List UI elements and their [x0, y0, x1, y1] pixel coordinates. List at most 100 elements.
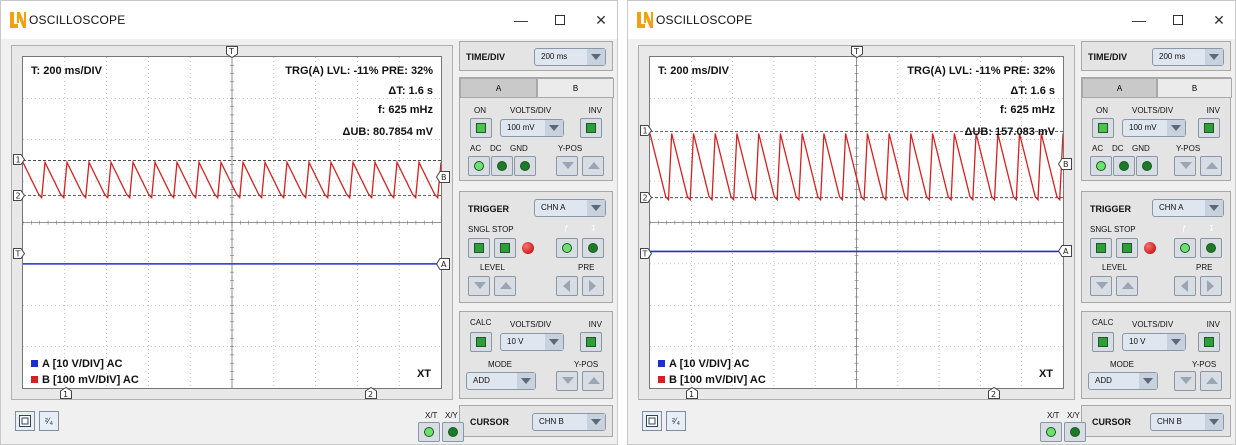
delta-ub-readout: ΔUB: 157.083 mV [964, 126, 1055, 138]
calc-volts-div-dropdown[interactable]: 10 V [500, 333, 564, 351]
volts-div-dropdown[interactable]: 100 mV [1122, 119, 1186, 137]
trigger-marker-left[interactable]: T [13, 247, 26, 261]
calc-on-button[interactable] [1092, 332, 1114, 352]
svg-text:1: 1 [643, 127, 648, 136]
volts-div-label: VOLTS/DIV [510, 106, 552, 115]
maximize-button[interactable] [550, 11, 570, 29]
timediv-dropdown[interactable]: 200 ms [1152, 48, 1224, 66]
close-button[interactable]: ✕ [591, 11, 611, 29]
minimize-button[interactable]: — [1129, 11, 1149, 29]
chevron-down-icon [1139, 373, 1157, 389]
level-down-button[interactable] [1090, 276, 1112, 296]
trigger-marker-left[interactable]: T [640, 247, 653, 261]
scope-screen[interactable]: T: 200 ms/DIV TRG(A) LVL: -11% PRE: 32% … [22, 56, 442, 389]
stop-button[interactable] [1116, 238, 1138, 258]
calc-invert-button[interactable] [1198, 332, 1220, 352]
channel-b-marker[interactable]: B [1057, 157, 1072, 172]
app-logo-icon [637, 12, 653, 28]
layout-button[interactable]: ²⁄₄ [39, 411, 59, 431]
stop-button[interactable] [494, 238, 516, 258]
calc-ypos-down-button[interactable] [556, 371, 578, 391]
volts-div-dropdown[interactable]: 100 mV [500, 119, 564, 137]
single-trigger-button[interactable] [468, 238, 490, 258]
cursor-1-marker[interactable]: 1 [13, 154, 26, 167]
tab-channel-a[interactable]: A [460, 78, 537, 98]
channel-on-button[interactable] [1092, 118, 1114, 138]
invert-button[interactable] [1198, 118, 1220, 138]
rising-edge-button[interactable] [556, 238, 578, 258]
trigger-marker-top[interactable]: T [226, 46, 238, 60]
calc-mode-dropdown[interactable]: ADD [1088, 372, 1158, 390]
single-trigger-button[interactable] [1090, 238, 1112, 258]
channel-a-marker[interactable]: A [1057, 245, 1072, 259]
falling-edge-button[interactable] [1200, 238, 1222, 258]
cursor-2-bottom-marker[interactable]: 2 [987, 386, 1000, 401]
pre-right-button[interactable] [1200, 276, 1222, 296]
screenshot-button[interactable] [642, 411, 662, 431]
arrow-left-icon [563, 280, 570, 292]
ypos-down-button[interactable] [1174, 156, 1196, 176]
xt-mode-button[interactable] [418, 422, 440, 442]
screenshot-button[interactable] [15, 411, 35, 431]
tab-channel-b[interactable]: B [1157, 78, 1232, 98]
rising-edge-button[interactable] [1174, 238, 1196, 258]
coupling-dc-button[interactable] [491, 156, 513, 176]
channel-on-button[interactable] [470, 118, 492, 138]
ypos-up-button[interactable] [582, 156, 604, 176]
cursor-2-marker[interactable]: 2 [13, 189, 26, 203]
pre-left-button[interactable] [556, 276, 578, 296]
timediv-section: TIME/DIV 200 ms [1081, 41, 1231, 71]
layout-button[interactable]: ²⁄₄ [666, 411, 686, 431]
xt-mode-button[interactable] [1040, 422, 1062, 442]
trigger-source-dropdown[interactable]: CHN A [1152, 199, 1224, 217]
calc-mode-dropdown[interactable]: ADD [466, 372, 536, 390]
chevron-down-icon [1205, 49, 1223, 65]
level-up-button[interactable] [1116, 276, 1138, 296]
timediv-dropdown[interactable]: 200 ms [534, 48, 606, 66]
cursor-dropdown[interactable]: CHN B [532, 413, 606, 431]
calc-on-button[interactable] [470, 332, 492, 352]
calc-ypos-up-button[interactable] [1200, 371, 1222, 391]
trigger-section: TRIGGER CHN A SNGL STOP ƒ ↧ LEVEL PRE [459, 191, 613, 303]
level-down-button[interactable] [468, 276, 490, 296]
coupling-gnd-button[interactable] [1136, 156, 1158, 176]
legend-channel-b: B [100 mV/DIV] AC [658, 374, 766, 386]
cursor-1-bottom-marker[interactable]: 1 [59, 386, 72, 401]
calc-volts-div-dropdown[interactable]: 10 V [1122, 333, 1186, 351]
ypos-up-button[interactable] [1200, 156, 1222, 176]
coupling-ac-button[interactable] [468, 156, 490, 176]
coupling-dc-button[interactable] [1113, 156, 1135, 176]
maximize-button[interactable] [1168, 11, 1188, 29]
title-bar[interactable]: OSCILLOSCOPE — ✕ [628, 1, 1235, 39]
coupling-ac-button[interactable] [1090, 156, 1112, 176]
calc-ypos-down-button[interactable] [1174, 371, 1196, 391]
cursor-1-bottom-marker[interactable]: 1 [686, 386, 699, 401]
inv-label: INV [1206, 106, 1220, 115]
trigger-source-dropdown[interactable]: CHN A [534, 199, 606, 217]
cursor-2-bottom-marker[interactable]: 2 [364, 386, 377, 401]
close-button[interactable]: ✕ [1209, 11, 1229, 29]
scope-screen[interactable]: T: 200 ms/DIV TRG(A) LVL: -11% PRE: 32% … [649, 56, 1064, 389]
channel-a-marker[interactable]: A [435, 257, 450, 272]
xy-mode-button[interactable] [1064, 422, 1086, 442]
display-mode-readout: XT [1038, 368, 1053, 380]
cursor-2-marker[interactable]: 2 [640, 191, 653, 205]
coupling-gnd-button[interactable] [514, 156, 536, 176]
channel-b-marker[interactable]: B [435, 171, 450, 185]
pre-left-button[interactable] [1174, 276, 1196, 296]
title-bar[interactable]: OSCILLOSCOPE — ✕ [1, 1, 617, 39]
pre-right-button[interactable] [582, 276, 604, 296]
xy-mode-button[interactable] [442, 422, 464, 442]
calc-ypos-up-button[interactable] [582, 371, 604, 391]
minimize-button[interactable]: — [511, 11, 531, 29]
invert-button[interactable] [580, 118, 602, 138]
ypos-down-button[interactable] [556, 156, 578, 176]
level-up-button[interactable] [494, 276, 516, 296]
falling-edge-button[interactable] [582, 238, 604, 258]
calc-invert-button[interactable] [580, 332, 602, 352]
cursor-1-marker[interactable]: 1 [640, 125, 653, 138]
tab-channel-a[interactable]: A [1082, 78, 1157, 98]
trigger-marker-top[interactable]: T [850, 46, 863, 60]
tab-channel-b[interactable]: B [537, 78, 614, 98]
cursor-dropdown[interactable]: CHN B [1150, 413, 1224, 431]
